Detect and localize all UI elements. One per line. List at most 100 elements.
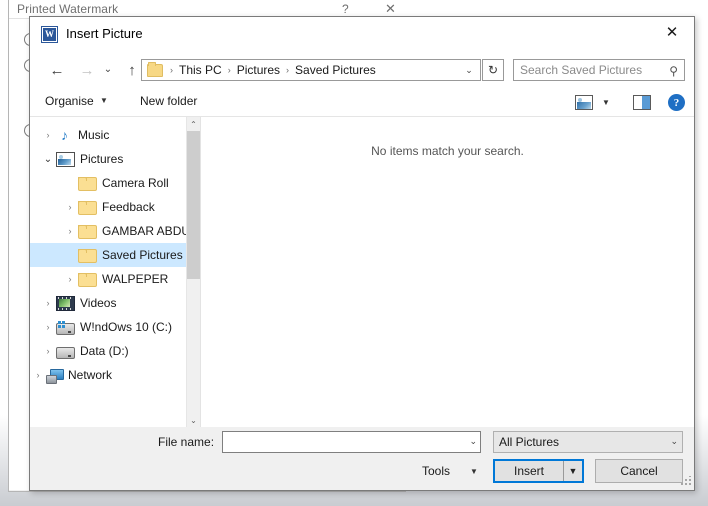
command-bar: Organise ▼ New folder ▼ ?: [30, 89, 694, 117]
tree-item[interactable]: › WALPEPER: [30, 267, 200, 291]
insert-button-label: Insert: [513, 464, 544, 478]
chevron-right-icon[interactable]: ›: [40, 298, 56, 308]
search-input[interactable]: Search Saved Pictures ⚲: [513, 59, 685, 81]
address-bar[interactable]: › This PC › Pictures › Saved Pictures ⌄: [141, 59, 481, 81]
chevron-down-icon[interactable]: ▼: [470, 467, 478, 476]
scroll-up-icon[interactable]: ⌃: [187, 117, 200, 131]
printed-watermark-close-button[interactable]: ✕: [385, 1, 396, 16]
folder-icon: [78, 249, 97, 263]
tree-item[interactable]: › GAMBAR ABDU: [30, 219, 200, 243]
tree-item-label: Feedback: [102, 200, 155, 214]
tree-item[interactable]: Camera Roll: [30, 171, 200, 195]
tree-item-label: Data (D:): [80, 344, 129, 358]
chevron-down-icon[interactable]: ⌄: [670, 436, 678, 447]
folder-icon: [147, 61, 163, 77]
tree-item-label: Camera Roll: [102, 176, 169, 190]
word-app-icon: W: [41, 26, 58, 43]
content-area: › ♪ Music ⌄ Pictures Camera Roll › Feedback › GAM…: [30, 117, 694, 427]
file-type-filter-combobox[interactable]: All Pictures ⌄: [493, 431, 683, 453]
tree-item-label: W!ndOws 10 (C:): [80, 320, 173, 334]
scrollbar-thumb[interactable]: [187, 131, 200, 279]
refresh-icon[interactable]: ↻: [482, 59, 504, 81]
tree-item-label: Videos: [80, 296, 117, 310]
file-name-input[interactable]: ⌄: [222, 431, 481, 453]
screen: Printed Watermark ? ✕ W Insert Picture ✕…: [0, 0, 708, 506]
word-app-icon-letter: W: [43, 28, 56, 41]
empty-list-message: No items match your search.: [371, 144, 524, 158]
search-icon: ⚲: [669, 64, 678, 78]
back-button[interactable]: ←: [44, 57, 70, 83]
printed-watermark-title: Printed Watermark: [17, 2, 119, 16]
tools-button[interactable]: Tools: [422, 464, 450, 478]
tree-item[interactable]: › Feedback: [30, 195, 200, 219]
pictures-icon: [56, 152, 75, 167]
folder-icon: [78, 177, 97, 191]
new-folder-button[interactable]: New folder: [140, 94, 197, 108]
chevron-right-icon[interactable]: ›: [62, 274, 78, 284]
help-icon[interactable]: ?: [668, 94, 685, 111]
dialog-titlebar: W Insert Picture ✕: [30, 17, 694, 53]
tree-item[interactable]: › Videos: [30, 291, 200, 315]
change-view-icon[interactable]: [575, 95, 593, 110]
tree-item-label: GAMBAR ABDU: [102, 224, 191, 238]
file-name-label: File name:: [158, 435, 215, 449]
cancel-button[interactable]: Cancel: [595, 459, 683, 483]
dialog-footer: File name: ⌄ All Pictures ⌄ Tools ▼ Inse…: [30, 427, 694, 490]
file-list-pane[interactable]: No items match your search.: [201, 117, 694, 427]
printed-watermark-help-button[interactable]: ?: [342, 2, 349, 16]
preview-pane-icon[interactable]: [633, 95, 651, 110]
tree-item-label: Saved Pictures: [102, 248, 183, 262]
insert-picture-dialog: W Insert Picture ✕ ← → ⌄ ↑ › This PC › P…: [29, 16, 695, 491]
breadcrumb-pictures[interactable]: Pictures: [236, 63, 281, 77]
resize-grip[interactable]: [680, 476, 691, 487]
tree-item-label: WALPEPER: [102, 272, 169, 286]
tree-item-label: Network: [68, 368, 113, 382]
tree-item[interactable]: › Network: [30, 363, 200, 387]
chevron-down-icon[interactable]: ▼: [602, 98, 610, 107]
chevron-right-icon[interactable]: ›: [62, 226, 78, 236]
breadcrumb-separator-2: ›: [286, 65, 290, 75]
search-placeholder: Search Saved Pictures: [520, 63, 643, 77]
folder-tree: › ♪ Music ⌄ Pictures Camera Roll › Feedback › GAM…: [30, 117, 200, 387]
network-icon: [46, 368, 64, 384]
chevron-down-icon[interactable]: ⌄: [460, 62, 478, 78]
dialog-title: Insert Picture: [66, 26, 143, 41]
navigation-pane: › ♪ Music ⌄ Pictures Camera Roll › Feedback › GAM…: [30, 117, 200, 427]
breadcrumb-this-pc[interactable]: This PC: [178, 63, 223, 77]
insert-button[interactable]: Insert ▼: [493, 459, 584, 483]
organise-button[interactable]: Organise: [45, 94, 94, 108]
tree-item[interactable]: › W!ndOws 10 (C:): [30, 315, 200, 339]
breadcrumb-separator-1: ›: [227, 65, 231, 75]
folder-icon: [78, 225, 97, 239]
file-type-filter-value: All Pictures: [499, 435, 560, 449]
chevron-right-icon[interactable]: ›: [40, 130, 56, 140]
scroll-down-icon[interactable]: ⌄: [187, 413, 200, 427]
tree-item[interactable]: › ♪ Music: [30, 123, 200, 147]
tree-item-label: Pictures: [80, 152, 124, 166]
chevron-right-icon[interactable]: ›: [40, 322, 56, 332]
music-note-icon: ♪: [61, 126, 68, 143]
breadcrumb-separator-0: ›: [170, 65, 173, 75]
forward-button[interactable]: →: [74, 57, 100, 83]
drive-icon: [56, 346, 75, 359]
folder-icon: [78, 273, 97, 287]
chevron-right-icon[interactable]: ›: [40, 346, 56, 356]
tree-item-label: Music: [78, 128, 110, 142]
navigation-bar: ← → ⌄ ↑ › This PC › Pictures › Saved Pic…: [30, 53, 694, 89]
tree-item[interactable]: Saved Pictures: [30, 243, 200, 267]
chevron-down-icon[interactable]: ⌄: [469, 436, 477, 447]
folder-icon: [78, 201, 97, 215]
close-icon[interactable]: ✕: [650, 17, 694, 47]
tree-item[interactable]: ⌄ Pictures: [30, 147, 200, 171]
chevron-right-icon[interactable]: ›: [30, 370, 46, 380]
video-icon: [56, 296, 75, 311]
drive-windows-icon: [56, 320, 75, 335]
recent-locations-button[interactable]: ⌄: [100, 57, 116, 83]
chevron-right-icon[interactable]: ›: [62, 202, 78, 212]
tree-item[interactable]: › Data (D:): [30, 339, 200, 363]
chevron-down-icon[interactable]: ▼: [100, 96, 108, 105]
navigation-pane-scrollbar[interactable]: ⌃ ⌄: [186, 117, 200, 427]
insert-dropdown-icon[interactable]: ▼: [564, 466, 582, 476]
breadcrumb-saved-pictures[interactable]: Saved Pictures: [294, 63, 377, 77]
chevron-down-icon[interactable]: ⌄: [40, 154, 56, 165]
